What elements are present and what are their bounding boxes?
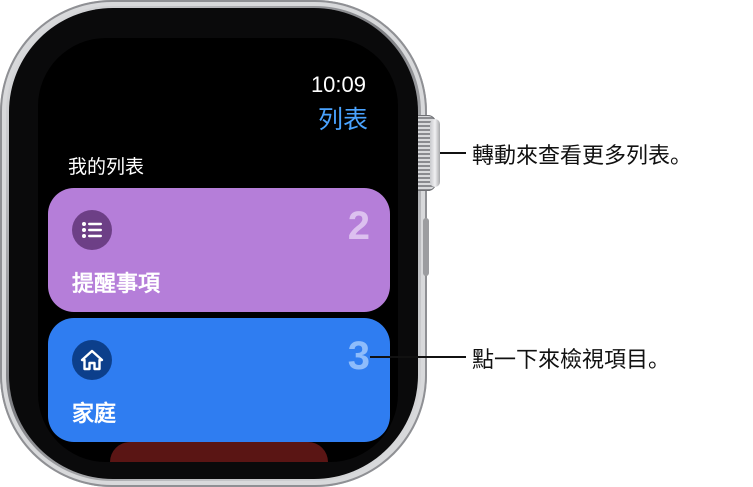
list-card-home[interactable]: 3 家庭 xyxy=(48,318,390,442)
callout-list: 點一下來檢視項目。 xyxy=(472,348,671,373)
section-label: 我的列表 xyxy=(68,156,145,178)
list-icon xyxy=(72,210,112,250)
list-card-reminders[interactable]: 2 提醒事項 xyxy=(48,188,390,312)
list-count: 3 xyxy=(347,334,370,378)
time-display: 10:09 xyxy=(310,72,366,97)
side-button[interactable] xyxy=(423,218,429,276)
nav-title[interactable]: 列表 xyxy=(318,100,368,136)
list-name: 提醒事項 xyxy=(72,272,161,297)
callout-line-list xyxy=(370,356,466,358)
watch-screen: 10:09 列表 我的列表 2 提醒事項 3 家庭 xyxy=(38,38,398,462)
list-count: 2 xyxy=(347,204,370,248)
callout-crown: 轉動來查看更多列表。 xyxy=(472,144,693,169)
house-icon xyxy=(72,340,112,380)
list-card-partial[interactable] xyxy=(110,442,328,462)
callout-line-crown xyxy=(440,152,466,154)
watch-bezel: 10:09 列表 我的列表 2 提醒事項 3 家庭 xyxy=(9,8,418,479)
list-name: 家庭 xyxy=(72,402,117,427)
digital-crown-cap[interactable] xyxy=(430,119,440,187)
